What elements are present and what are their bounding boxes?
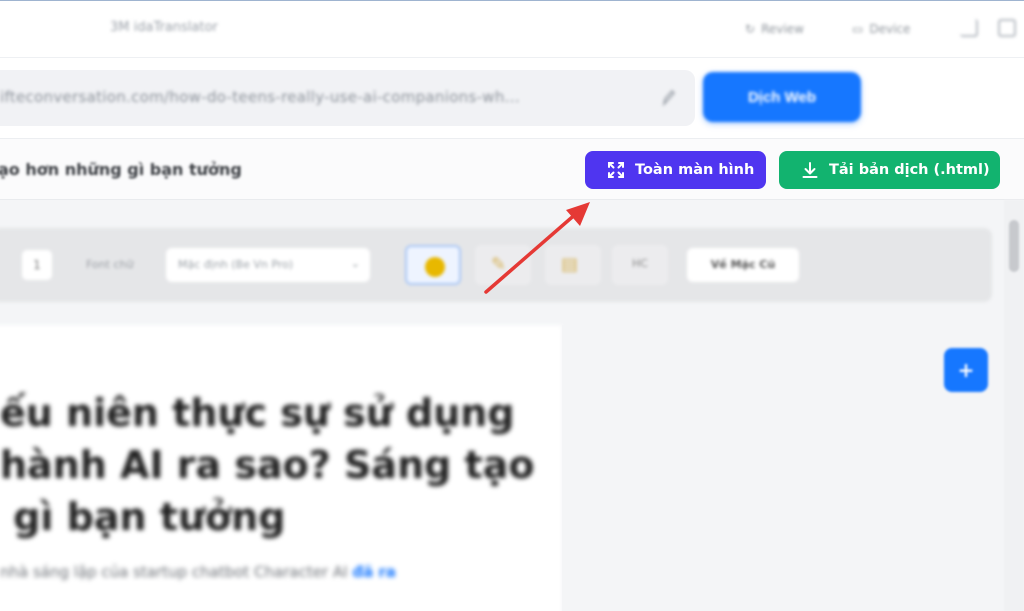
theme-sun-chip[interactable]: [405, 245, 461, 285]
reset-button[interactable]: Về Mặc Cũ: [687, 248, 799, 282]
theme-sepia-chip[interactable]: ✎: [475, 245, 531, 285]
download-label: Tải bản dịch (.html): [829, 162, 990, 178]
article-lead-link[interactable]: đã ra: [352, 563, 396, 581]
url-input[interactable]: ifteconversation.com/how-do-teens-really…: [0, 70, 695, 126]
paper-icon: ▤: [561, 254, 579, 275]
contrast-label: HC: [632, 257, 648, 270]
url-text[interactable]: ifteconversation.com/how-do-teens-really…: [0, 88, 520, 106]
document-action-bar: ạo hơn những gì bạn tưởng Toàn màn hình …: [0, 138, 1024, 200]
scrollbar-thumb[interactable]: [1009, 220, 1019, 272]
fullscreen-icon: [608, 162, 624, 178]
article-lead-text: nhà sáng lập của startup chatbot Charact…: [0, 563, 353, 581]
document-title: ạo hơn những gì bạn tưởng: [0, 160, 242, 179]
fullscreen-label: Toàn màn hình: [635, 162, 755, 178]
article-lead: nhà sáng lập của startup chatbot Charact…: [0, 563, 560, 581]
app-title: 3M idaTranslator: [110, 20, 218, 35]
edit-icon[interactable]: [662, 88, 676, 106]
font-select-value: Mặc định (Be Vn Pro): [178, 258, 294, 271]
font-size-input[interactable]: 1: [22, 250, 52, 280]
article-pane: ếu niên thực sự sử dụng hành AI ra sao? …: [0, 325, 562, 611]
sun-icon: [425, 257, 445, 277]
fullscreen-button[interactable]: Toàn màn hình: [585, 151, 766, 189]
window-icon[interactable]: [998, 19, 1016, 37]
review-label: Review: [761, 22, 804, 36]
sepia-icon: ✎: [491, 254, 507, 275]
theme-contrast-chip[interactable]: HC: [612, 245, 668, 285]
font-label: Font chữ: [86, 258, 134, 271]
reader-toolbar: 1 Font chữ Mặc định (Be Vn Pro) ⌄ ✎ ▤ HC…: [0, 228, 992, 302]
translate-web-button[interactable]: Dịch Web: [703, 72, 861, 122]
article-headline: ếu niên thực sự sử dụng hành AI ra sao? …: [0, 391, 535, 539]
download-icon: [802, 162, 818, 178]
device-icon: ▭: [852, 22, 864, 36]
expand-icon[interactable]: [960, 19, 978, 37]
floating-action-button[interactable]: +: [944, 348, 988, 392]
theme-paper-chip[interactable]: ▤: [545, 245, 601, 285]
review-icon: ↻: [745, 22, 756, 36]
download-translation-button[interactable]: Tải bản dịch (.html): [779, 151, 1000, 189]
url-row: ifteconversation.com/how-do-teens-really…: [0, 58, 1024, 138]
review-button[interactable]: ↻ Review: [735, 16, 814, 42]
device-button[interactable]: ▭ Device: [842, 16, 920, 42]
chevron-down-icon: ⌄: [350, 257, 360, 270]
window-titlebar: 3M idaTranslator ↻ Review ▭ Device: [0, 0, 1024, 58]
font-select[interactable]: Mặc định (Be Vn Pro) ⌄: [166, 248, 370, 282]
device-label: Device: [869, 22, 911, 36]
side-pane: [562, 325, 1002, 611]
